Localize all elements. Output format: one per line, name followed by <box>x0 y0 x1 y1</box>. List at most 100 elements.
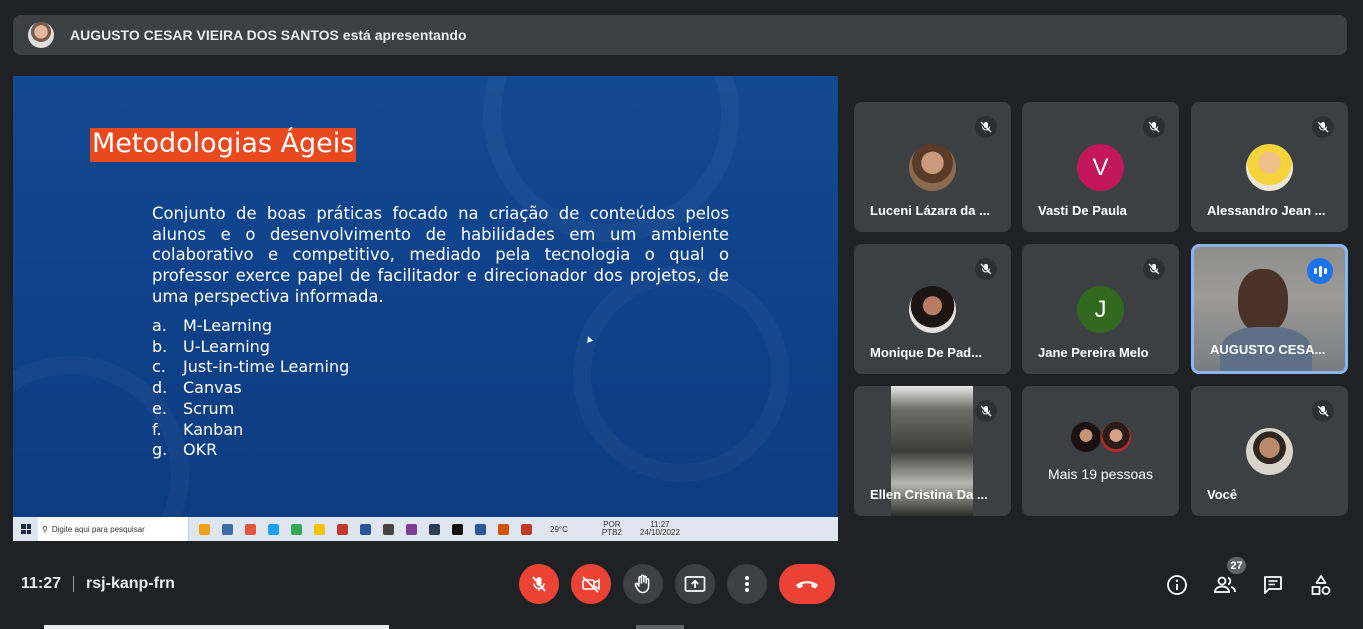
info-icon <box>1167 575 1187 595</box>
list-letter: b. <box>152 336 168 356</box>
list-text: Kanban <box>183 419 244 439</box>
participant-tile-active-speaker[interactable]: AUGUSTO CESA... <box>1191 244 1348 374</box>
participant-name: Monique De Pad... <box>870 345 982 360</box>
participant-tile-self[interactable]: Você <box>1191 386 1348 516</box>
camera-toggle-button[interactable] <box>571 564 611 604</box>
list-item: e. Scrum <box>152 399 349 420</box>
taskbar-clock: 11:27 24/10/2022 <box>640 521 680 537</box>
app-icon <box>429 523 440 535</box>
app-icon <box>521 523 532 535</box>
present-screen-icon <box>684 576 706 592</box>
app-icon <box>475 523 486 535</box>
mic-off-icon <box>975 258 997 280</box>
participant-name: AUGUSTO CESA... <box>1210 342 1326 357</box>
list-item: d. Canvas <box>152 378 349 399</box>
list-letter: c. <box>152 357 166 377</box>
list-item: c. Just-in-time Learning <box>152 357 349 378</box>
activities-button[interactable] <box>1306 570 1336 600</box>
participant-avatar: V <box>1077 144 1124 191</box>
participant-avatar <box>909 286 956 333</box>
mic-toggle-button[interactable] <box>519 564 559 604</box>
mic-off-icon <box>975 116 997 138</box>
list-item: b. U-Learning <box>152 337 349 358</box>
participant-tile[interactable]: Alessandro Jean ... <box>1191 102 1348 232</box>
list-letter: g. <box>152 440 168 460</box>
app-icon <box>245 523 256 535</box>
more-participants-label: Mais 19 pessoas <box>1047 466 1154 482</box>
presenter-banner: AUGUSTO CESAR VIEIRA DOS SANTOS está apr… <box>13 15 1347 55</box>
mic-off-icon <box>1312 400 1334 422</box>
participant-tile[interactable]: Luceni Lázara da ... <box>854 102 1011 232</box>
mic-off-icon <box>1143 116 1165 138</box>
taskbar-app-icons <box>199 523 544 535</box>
bottom-edge-strip <box>44 625 389 629</box>
taskbar-search-placeholder: Digite aqui para pesquisar <box>51 524 145 534</box>
clock: 11:27 <box>21 575 62 592</box>
list-text: U-Learning <box>183 336 270 356</box>
app-icon <box>498 523 509 535</box>
list-item: f. Kanban <box>152 420 349 441</box>
participant-name: Vasti De Paula <box>1038 203 1127 218</box>
app-icon <box>383 523 394 535</box>
list-item: a. M-Learning <box>152 316 349 337</box>
app-icon <box>406 523 417 535</box>
bottom-edge-strip <box>636 625 684 629</box>
taskbar-language: POR PTB2 <box>602 521 622 537</box>
app-icon <box>452 523 463 535</box>
shared-screen: Metodologias Ágeis Conjunto de boas prát… <box>13 76 838 517</box>
present-screen-button[interactable] <box>675 564 715 604</box>
app-icon <box>268 523 279 535</box>
hand-icon <box>634 574 650 594</box>
participant-tile[interactable]: Ellen Cristina Da ... <box>854 386 1011 516</box>
more-vert-icon <box>745 576 749 592</box>
windows-start-icon <box>21 524 31 534</box>
raise-hand-button[interactable] <box>623 564 663 604</box>
search-icon: ⚲ <box>42 524 48 534</box>
presenter-avatar <box>28 22 54 48</box>
shared-taskbar: ⚲ Digite aqui para pesquisar 29°C POR PT… <box>13 517 838 541</box>
app-icon <box>291 523 302 535</box>
list-text: Canvas <box>183 378 242 398</box>
meeting-info: 11:27 rsj-kanp-frn <box>21 575 175 593</box>
taskbar-lang2: PTB2 <box>601 528 622 537</box>
app-icon <box>314 523 325 535</box>
list-item: g. OKR <box>152 440 349 461</box>
taskbar-search: ⚲ Digite aqui para pesquisar <box>38 517 189 541</box>
participant-name: Luceni Lázara da ... <box>870 203 990 218</box>
participant-name: Jane Pereira Melo <box>1038 345 1149 360</box>
participant-avatar: J <box>1077 286 1124 333</box>
chat-button[interactable] <box>1258 570 1288 600</box>
hang-up-icon <box>796 581 818 589</box>
mic-off-icon <box>532 576 546 592</box>
participants-button[interactable] <box>1210 570 1240 600</box>
participant-avatar <box>1246 428 1293 475</box>
chat-icon <box>1264 576 1282 594</box>
activities-icon <box>1311 575 1331 595</box>
participant-avatar <box>1070 421 1102 453</box>
presenter-text: AUGUSTO CESAR VIEIRA DOS SANTOS está apr… <box>70 27 467 43</box>
app-icon <box>222 523 233 535</box>
participant-name: Você <box>1207 487 1238 502</box>
list-text: Just-in-time Learning <box>183 357 350 377</box>
list-letter: a. <box>152 316 167 335</box>
participant-tile[interactable]: Monique De Pad... <box>854 244 1011 374</box>
app-icon <box>199 523 210 535</box>
more-options-button[interactable] <box>727 564 767 604</box>
more-participants-tile[interactable]: Mais 19 pessoas <box>1022 386 1179 516</box>
participant-tile[interactable]: J Jane Pereira Melo <box>1022 244 1179 374</box>
mic-off-icon <box>1312 116 1334 138</box>
leave-call-button[interactable] <box>779 564 835 604</box>
participant-tile[interactable]: V Vasti De Paula <box>1022 102 1179 232</box>
app-icon <box>337 523 348 535</box>
mic-off-icon <box>1143 258 1165 280</box>
divider <box>73 576 75 592</box>
list-text: M-Learning <box>183 316 273 335</box>
camera-off-icon <box>582 576 600 593</box>
list-text: Scrum <box>183 398 235 418</box>
list-letter: e. <box>152 398 167 418</box>
participant-name: Alessandro Jean ... <box>1207 203 1326 218</box>
participant-video <box>1238 269 1288 333</box>
participant-count-badge: 27 <box>1227 557 1246 574</box>
meeting-details-button[interactable] <box>1162 570 1192 600</box>
slide-list: a. M-Learning b. U-Learning c. Just-in-time… <box>152 316 349 461</box>
